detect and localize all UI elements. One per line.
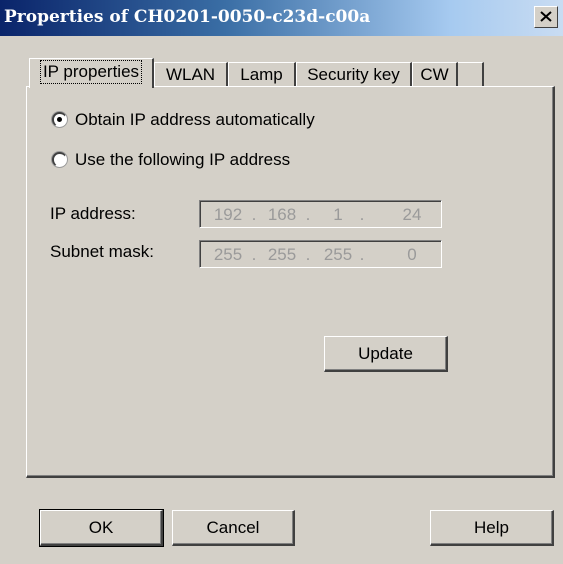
tab-lamp[interactable]: Lamp [228, 62, 296, 87]
ip-separator: . [359, 205, 365, 224]
subnet-octet-1: 255 [213, 245, 243, 264]
subnet-mask-label: Subnet mask: [50, 242, 154, 261]
subnet-separator: . [359, 245, 365, 264]
subnet-octet-2: 255 [267, 245, 297, 264]
tab-label-security-key: Security key [307, 65, 400, 84]
radio-label-auto: Obtain IP address automatically [75, 110, 315, 129]
cancel-button[interactable]: Cancel [172, 510, 295, 546]
properties-dialog: Properties of CH0201-0050-c23d-c00a IP p… [0, 0, 563, 564]
tab-strip-end [458, 62, 484, 87]
ip-separator: . [305, 205, 311, 224]
ip-separator: . [251, 205, 257, 224]
window-title: Properties of CH0201-0050-c23d-c00a [4, 7, 371, 27]
ip-octet-3: 1 [333, 205, 343, 224]
tab-ip-properties[interactable]: IP properties [29, 58, 154, 88]
help-button[interactable]: Help [430, 510, 554, 546]
ip-octet-1: 192 [213, 205, 243, 224]
tab-security-key[interactable]: Security key [296, 62, 412, 87]
ip-octet-4: 24 [402, 205, 422, 224]
subnet-mask-field[interactable]: 255 . 255 . 255 . 0 [199, 240, 442, 268]
tab-label-wlan: WLAN [165, 65, 216, 84]
ip-octet-2: 168 [267, 205, 297, 224]
tab-panel-ip-properties [26, 86, 555, 478]
update-button[interactable]: Update [324, 336, 448, 372]
tab-wlan[interactable]: WLAN [154, 62, 228, 87]
tab-label-lamp: Lamp [240, 65, 283, 84]
tab-label-cw: CW [420, 65, 449, 84]
ip-address-label: IP address: [50, 204, 136, 223]
close-icon [540, 11, 552, 22]
title-bar: Properties of CH0201-0050-c23d-c00a [0, 0, 563, 36]
ip-address-field[interactable]: 192 . 168 . 1 . 24 [199, 200, 442, 228]
close-button[interactable] [534, 6, 558, 28]
subnet-separator: . [251, 245, 257, 264]
subnet-octet-3: 255 [323, 245, 353, 264]
subnet-separator: . [305, 245, 311, 264]
radio-label-manual: Use the following IP address [75, 150, 291, 169]
radio-button-unchecked[interactable] [52, 152, 67, 167]
ok-button[interactable]: OK [39, 509, 164, 547]
subnet-octet-4: 0 [407, 245, 417, 264]
tab-label-ip-properties: IP properties [39, 60, 143, 84]
tab-cw[interactable]: CW [412, 62, 458, 87]
radio-button-checked[interactable] [52, 112, 67, 127]
